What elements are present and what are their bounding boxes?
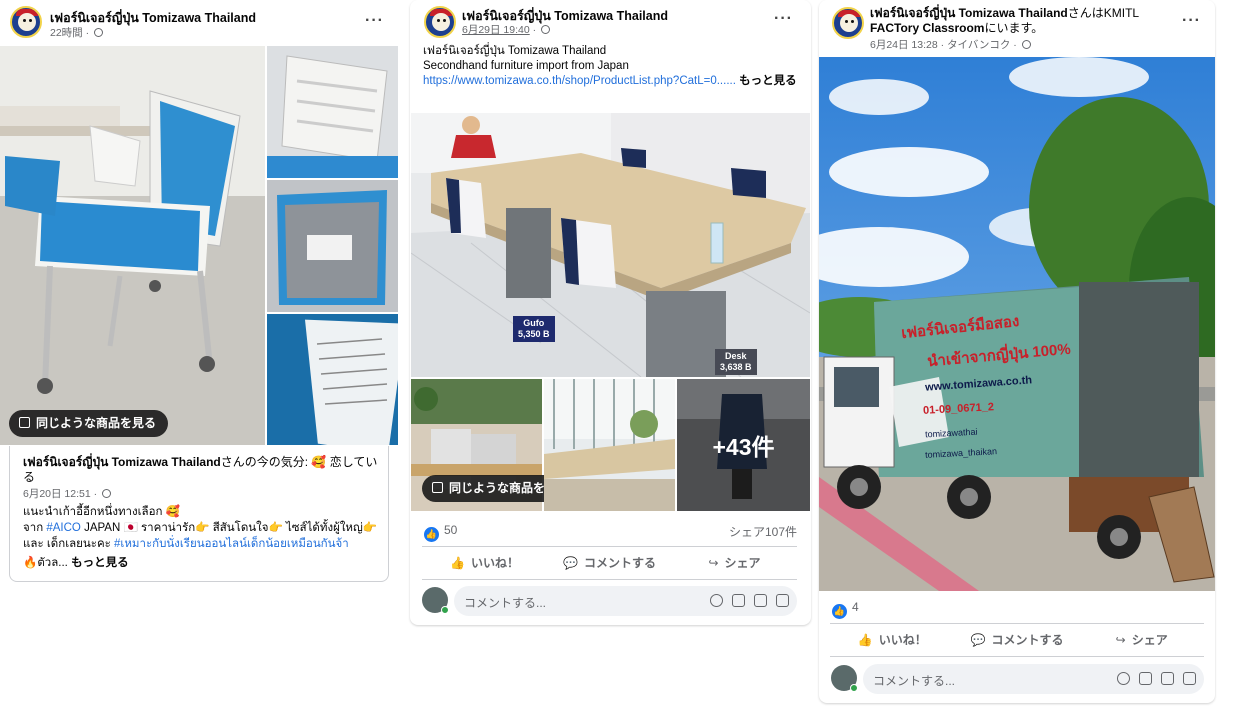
post-card-1: เฟอร์นิเจอร์ญี่ปุ่น Tomizawa Thailand 22… [0,0,398,708]
truck-photo[interactable]: เฟอร์นิเจอร์มือสอง นำเข้าจากญี่ปุ่น 100%… [819,57,1215,591]
post-time[interactable]: 22時間 · [50,25,104,40]
tag-icon [19,417,30,428]
like-button[interactable]: 👍 いいね！ [830,624,955,656]
sticker-icon[interactable] [1183,672,1196,685]
shared-author-line: เฟอร์นิเจอร์ญี่ปุ่น Tomizawa Thailandさんの… [23,455,378,484]
reaction-count[interactable]: 👍 50 [424,523,457,542]
office-photo-3[interactable]: +43件 [677,379,810,511]
online-status-icon [850,684,858,692]
comment-button[interactable]: 💬 コメントする [955,624,1080,656]
shared-post[interactable]: เฟอร์นิเจอร์ญี่ปุ่น Tomizawa Thailandさんの… [9,446,389,582]
comment-button[interactable]: 💬 コメントする [547,547,672,579]
like-reaction-icon: 👍 [424,527,439,542]
chair-main-photo[interactable] [0,46,265,445]
office-photo-2[interactable] [544,379,675,511]
reaction-count[interactable]: 👍 4 [832,600,859,619]
comment-composer: コメントする... [831,664,1204,694]
user-avatar[interactable] [831,665,858,692]
more-options-icon[interactable]: ··· [774,10,793,28]
like-reaction-icon: 👍 [832,604,847,619]
chair-photo-3[interactable] [267,180,398,312]
tag-icon [432,482,443,493]
price-tag-gufo: Gufo 5,350 B [513,316,555,342]
comment-input[interactable]: コメントする... [863,664,1204,694]
share-count[interactable]: シェア107件 [729,523,797,540]
shared-post-time[interactable]: 6月20日 12:51 · [23,486,112,501]
camera-icon[interactable] [732,594,745,607]
thumbs-up-icon: 👍 [450,556,465,570]
online-status-icon [441,606,449,614]
sticker-icon[interactable] [776,594,789,607]
more-options-icon[interactable]: ··· [1182,12,1201,30]
gif-icon[interactable] [1161,672,1174,685]
post-text: เฟอร์นิเจอร์ญี่ปุ่น Tomizawa Thailand Se… [423,45,797,87]
price-tag-desk: Desk 3,638 B [715,349,757,375]
comment-icon: 💬 [563,556,578,570]
more-photos-overlay[interactable]: +43件 [677,379,810,511]
emoji-icon[interactable] [710,594,723,607]
more-options-icon[interactable]: ··· [365,12,384,30]
hashtag-link[interactable]: #AICO [46,522,81,534]
product-url-link[interactable]: https://www.tomizawa.co.th/shop/ProductL… [423,75,736,87]
see-more-link[interactable]: もっと見る [71,557,129,569]
see-more-link[interactable]: もっと見る [739,75,797,87]
post-header: เฟอร์นิเจอร์ญี่ปุ่น Tomizawa Thailand 22… [0,0,398,44]
globe-icon [541,25,551,34]
globe-icon [102,489,112,498]
location-link[interactable]: FACTory Classroom [870,21,984,35]
similar-items-button[interactable]: 同じような商品を見る [9,410,169,437]
post-time[interactable]: 6月29日 19:40 · [462,22,551,37]
desk-main-photo[interactable]: Gufo 5,350 B Desk 3,638 B [411,113,810,377]
share-icon: ↪ [1115,633,1126,647]
user-avatar[interactable] [422,587,449,614]
share-icon: ↪ [708,556,719,570]
page-avatar[interactable] [10,6,42,38]
post-time[interactable]: 6月24日 13:28 · タイバンコク · [870,37,1031,52]
page-avatar[interactable] [424,6,456,38]
globe-icon [94,28,104,37]
chair-photo-4[interactable] [267,314,398,445]
author-checkin-line: เฟอร์นิเจอร์ญี่ปุ่น Tomizawa Thailandさんは… [870,6,1140,35]
share-button[interactable]: ↪ シェア [1079,624,1204,656]
chair-photo-2[interactable] [267,46,398,178]
emoji-icon[interactable] [1117,672,1130,685]
like-button[interactable]: 👍 いいね！ [422,547,547,579]
shared-post-body: แนะนำเก้าอี้อีกหนึ่งทางเลือก 🥰 จาก #AICO… [23,506,378,569]
globe-icon [1021,40,1031,49]
camera-icon[interactable] [1139,672,1152,685]
comment-composer: コメントする... [422,586,797,616]
post-card-2: เฟอร์นิเจอร์ญี่ปุ่น Tomizawa Thailand 6月… [410,0,811,625]
post-actions: 👍 いいね！ 💬 コメントする ↪ シェア [422,546,797,580]
post-actions: 👍 いいね！ 💬 コメントする ↪ シェア [830,623,1204,657]
share-button[interactable]: ↪ シェア [672,547,797,579]
gif-icon[interactable] [754,594,767,607]
comment-icon: 💬 [970,633,986,647]
thumbs-up-icon: 👍 [857,633,873,647]
hashtag-link[interactable]: #เหมาะกับนั่งเรียนออนไลน์เด็กน้อยเหมือนก… [114,538,349,550]
post-card-3: เฟอร์นิเจอร์ญี่ปุ่น Tomizawa Thailandさんは… [819,0,1215,703]
author-name[interactable]: เฟอร์นิเจอร์ญี่ปุ่น Tomizawa Thailand [870,6,1068,20]
page-avatar[interactable] [832,7,864,39]
comment-input[interactable]: コメントする... [454,586,797,616]
